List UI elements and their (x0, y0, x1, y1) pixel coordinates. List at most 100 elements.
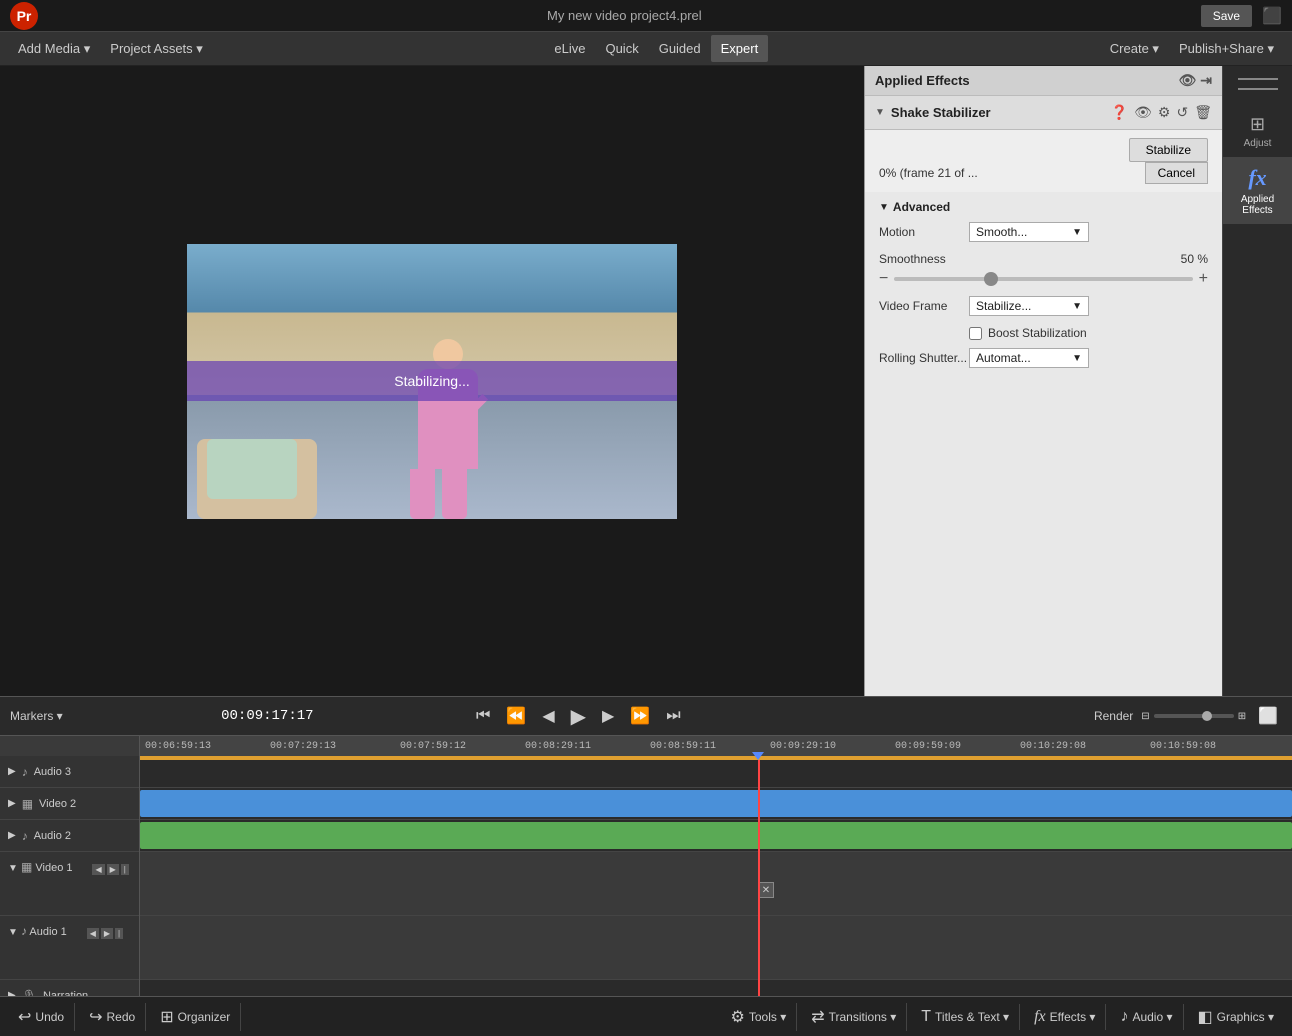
zoom-thumb[interactable] (1202, 711, 1212, 721)
audio1-prev-btn[interactable]: ◀ (87, 928, 99, 939)
panel-eye-icon[interactable]: 👁 (1178, 72, 1196, 89)
panel-expand-icon[interactable]: ⇥ (1200, 72, 1212, 89)
bottom-bar: ↩ Undo ↪ Redo ⊞ Organizer ⚙ Tools ▾ ⇄ Tr… (0, 996, 1292, 1036)
expert-tab[interactable]: Expert (711, 35, 769, 62)
go-to-start-button[interactable]: ⏮ (472, 705, 494, 727)
organizer-button[interactable]: ⊞ Organizer (150, 1003, 241, 1031)
motion-dropdown[interactable]: Smooth... ▼ (969, 222, 1089, 242)
zoom-track[interactable] (1154, 714, 1234, 718)
next-frame-button[interactable]: ⏩ (626, 704, 654, 728)
tools-button[interactable]: ⚙ Tools ▾ (721, 1003, 798, 1031)
organizer-label: Organizer (178, 1010, 231, 1024)
smoothness-plus[interactable]: + (1199, 270, 1208, 288)
boost-checkbox[interactable] (969, 327, 982, 340)
audio2-track-label: ▶ ♪ Audio 2 (0, 820, 139, 852)
redo-button[interactable]: ↪ Redo (79, 1003, 146, 1031)
video1-icon: ▦ (21, 860, 32, 874)
audio1-other-btn[interactable]: | (115, 928, 123, 939)
video-frame-dropdown[interactable]: Stabilize... ▼ (969, 296, 1089, 316)
shake-icons: ❓ 👁 ⚙ ↺ 🗑 (1111, 104, 1212, 121)
smoothness-minus[interactable]: − (879, 270, 888, 288)
shake-stabilizer-label: Shake Stabilizer (891, 105, 1105, 120)
titles-icon: T (921, 1008, 931, 1026)
video2-name: Video 2 (39, 798, 76, 810)
undo-icon: ↩ (18, 1007, 31, 1027)
video1-track-row: ✕ (140, 852, 1292, 916)
audio3-expand[interactable]: ▶ (8, 766, 16, 777)
video1-next-btn[interactable]: ▶ (107, 864, 119, 875)
project-assets-menu[interactable]: Project Assets ▾ (100, 35, 213, 63)
video1-track-label: ▼ ▦ Video 1 ◀ ▶ | (0, 852, 139, 916)
go-to-end-button[interactable]: ⏭ (662, 705, 684, 727)
quick-tab[interactable]: Quick (595, 35, 648, 62)
motion-label: Motion (879, 225, 969, 239)
publish-share-menu[interactable]: Publish+Share ▾ (1169, 35, 1284, 63)
audio1-track-label: ▼ ♪ Audio 1 ◀ ▶ | (0, 916, 139, 980)
video2-clip[interactable] (140, 790, 1292, 817)
audio-button[interactable]: ♪ Audio ▾ (1110, 1004, 1183, 1030)
audio1-mini-controls: ◀ ▶ | (87, 928, 123, 939)
reset-icon[interactable]: ↺ (1176, 104, 1188, 121)
audio1-expand[interactable]: ▼ (8, 927, 18, 938)
fullscreen-button[interactable]: ⬜ (1254, 704, 1282, 728)
audio3-track-label: ▶ ♪ Audio 3 (0, 756, 139, 788)
project-title: My new video project4.prel (48, 8, 1201, 23)
playhead[interactable] (758, 760, 760, 996)
video1-expand[interactable]: ▼ (8, 863, 18, 874)
tools-label: Tools ▾ (749, 1010, 786, 1024)
create-menu[interactable]: Create ▾ (1100, 35, 1169, 63)
video2-expand[interactable]: ▶ (8, 798, 16, 809)
shake-collapse-arrow[interactable]: ▼ (875, 107, 885, 118)
save-button[interactable]: Save (1201, 5, 1252, 27)
render-button[interactable]: Render (1094, 709, 1133, 723)
cancel-button[interactable]: Cancel (1145, 162, 1208, 184)
progress-row: 0% (frame 21 of ... Cancel (879, 162, 1208, 184)
audio2-clip[interactable] (140, 822, 1292, 849)
video2-icon: ▦ (22, 797, 33, 811)
transitions-button[interactable]: ⇄ Transitions ▾ (801, 1003, 907, 1031)
visibility-icon[interactable]: 👁 (1134, 104, 1152, 121)
motion-arrow: ▼ (1072, 227, 1082, 238)
effects-button[interactable]: fx Effects ▾ (1024, 1004, 1106, 1030)
step-forward-button[interactable]: ▶ (598, 704, 618, 728)
delete-icon[interactable]: 🗑 (1194, 104, 1212, 121)
guided-tab[interactable]: Guided (649, 35, 711, 62)
help-icon[interactable]: ❓ (1111, 104, 1128, 121)
markers-label[interactable]: Markers ▾ (10, 709, 63, 723)
elive-tab[interactable]: eLive (544, 35, 595, 62)
stabilize-button[interactable]: Stabilize (1129, 138, 1208, 162)
ruler-mark-8: 00:10:29:08 (1020, 741, 1086, 752)
smoothness-track[interactable] (894, 277, 1192, 281)
graphics-button[interactable]: ◧ Graphics ▾ (1188, 1003, 1285, 1031)
video2-track-label: ▶ ▦ Video 2 (0, 788, 139, 820)
step-back-button[interactable]: ◀ (538, 704, 558, 728)
rolling-shutter-dropdown[interactable]: Automat... ▼ (969, 348, 1089, 368)
zoom-out-icon[interactable]: ⊟ (1141, 711, 1149, 722)
audio2-expand[interactable]: ▶ (8, 830, 16, 841)
settings-icon[interactable]: ⚙ (1158, 104, 1171, 121)
rolling-shutter-label: Rolling Shutter... (879, 351, 969, 365)
effects-icon: fx (1034, 1008, 1046, 1026)
video1-other-btn[interactable]: | (121, 864, 129, 875)
video1-prev-btn[interactable]: ◀ (92, 864, 104, 875)
boost-label[interactable]: Boost Stabilization (988, 326, 1087, 340)
applied-effects-title: Applied Effects (875, 73, 970, 88)
titles-text-button[interactable]: T Titles & Text ▾ (911, 1004, 1020, 1030)
video1-name: Video 1 (35, 862, 72, 874)
audio1-next-btn[interactable]: ▶ (101, 928, 113, 939)
narration-expand[interactable]: ▶ (8, 990, 16, 996)
undo-button[interactable]: ↩ Undo (8, 1003, 75, 1031)
play-button[interactable]: ▶ (567, 702, 590, 731)
previous-frame-button[interactable]: ⏪ (502, 704, 530, 728)
zoom-in-icon[interactable]: ⊞ (1238, 711, 1246, 722)
applied-effects-panel-item[interactable]: fx Applied Effects (1223, 157, 1292, 224)
smoothness-thumb[interactable] (984, 272, 998, 286)
video-frame-arrow: ▼ (1072, 301, 1082, 312)
audio1-track-row (140, 916, 1292, 980)
add-media-menu[interactable]: Add Media ▾ (8, 35, 100, 63)
rolling-shutter-row: Rolling Shutter... Automat... ▼ (879, 348, 1208, 368)
advanced-header[interactable]: ▼ Advanced (879, 200, 1208, 214)
redo-icon: ↪ (89, 1007, 102, 1027)
adjust-panel-item[interactable]: ⊞ Adjust (1240, 106, 1276, 157)
advanced-section: ▼ Advanced Motion Smooth... ▼ Smoothness… (865, 192, 1222, 386)
